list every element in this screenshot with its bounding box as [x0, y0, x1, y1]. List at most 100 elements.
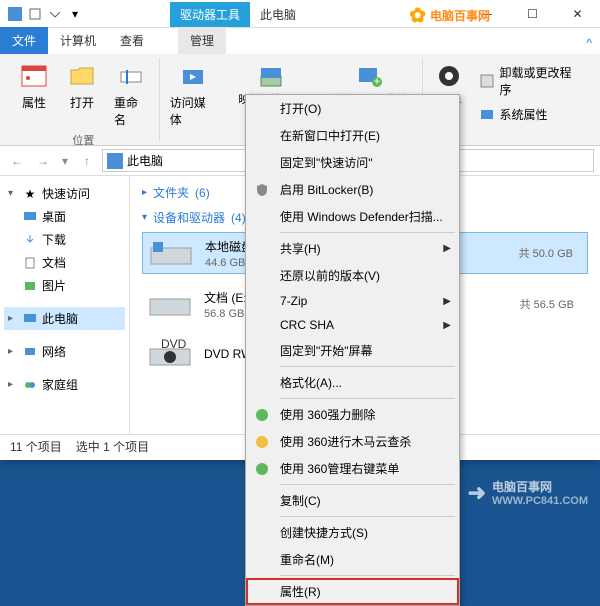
nav-back-button[interactable]: ←	[6, 150, 28, 172]
context-menu-item-label: CRC SHA	[280, 318, 334, 332]
tree-homegroup[interactable]: ▸家庭组	[4, 373, 125, 396]
context-menu-item[interactable]: 启用 BitLocker(B)	[246, 176, 459, 203]
ribbon-group-label-location: 位置	[72, 130, 94, 148]
context-menu-item-icon	[254, 155, 270, 171]
svg-text:DVD: DVD	[161, 339, 187, 351]
context-menu-item-label: 使用 Windows Defender扫描...	[280, 208, 443, 225]
context-menu-item-icon	[254, 552, 270, 568]
context-menu-item-label: 打开(O)	[280, 100, 321, 117]
context-menu-separator	[280, 398, 455, 399]
context-menu-separator	[280, 516, 455, 517]
context-menu-item[interactable]: 固定到"快速访问"	[246, 149, 459, 176]
submenu-arrow-icon: ▶	[443, 320, 451, 331]
tab-file[interactable]: 文件	[0, 27, 48, 54]
context-menu-item-label: 固定到"开始"屏幕	[280, 342, 373, 359]
watermark-bottom-icon: ➜	[468, 480, 486, 506]
watermark-bottom-url: WWW.PC841.COM	[492, 495, 588, 507]
context-menu-item-label: 属性(R)	[280, 583, 321, 600]
context-menu-item-icon	[254, 493, 270, 509]
tree-pictures[interactable]: 图片	[4, 274, 125, 297]
context-menu-item[interactable]: 共享(H)▶	[246, 235, 459, 262]
context-menu-item[interactable]: 创建快捷方式(S)	[246, 519, 459, 546]
context-menu-item[interactable]: 7-Zip▶	[246, 289, 459, 313]
context-menu-item-label: 使用 360强力删除	[280, 406, 375, 423]
context-menu-item[interactable]: 在新窗口中打开(E)	[246, 122, 459, 149]
ribbon-system-properties[interactable]: 系统属性	[475, 104, 586, 125]
qat-dropdown[interactable]: ▾	[66, 5, 84, 23]
tab-computer[interactable]: 计算机	[48, 27, 108, 54]
drive-icon	[146, 288, 194, 320]
watermark-bottom-text: 电脑百事网	[492, 480, 552, 494]
nav-history-button[interactable]: ▾	[58, 150, 72, 172]
watermark-top: ✿ 电脑百事网	[409, 3, 490, 28]
navigation-tree: ▾★快速访问 桌面 下载 文档 图片 ▸此电脑 ▸网络 ▸家庭组	[0, 176, 130, 434]
context-menu-item[interactable]: 复制(C)	[246, 487, 459, 514]
context-menu-item[interactable]: 重命名(M)	[246, 546, 459, 573]
tree-desktop[interactable]: 桌面	[4, 205, 125, 228]
ribbon-properties[interactable]: 属性	[14, 58, 54, 130]
nav-up-button[interactable]: ↑	[76, 150, 98, 172]
context-menu-item-icon	[254, 434, 270, 450]
context-menu-item[interactable]: 属性(R)	[246, 578, 459, 605]
context-menu-item-label: 还原以前的版本(V)	[280, 267, 380, 284]
context-menu-item-icon	[254, 375, 270, 391]
map-drive-icon	[255, 60, 287, 92]
close-button[interactable]: ✕	[555, 0, 600, 28]
titlebar-context-tabs: 驱动器工具 此电脑	[170, 0, 306, 27]
status-selected-count: 选中 1 个项目	[76, 438, 149, 455]
picture-icon	[22, 278, 38, 294]
ribbon-open[interactable]: 打开	[62, 58, 102, 130]
ribbon-uninstall[interactable]: 卸载或更改程序	[475, 62, 586, 100]
media-icon	[177, 60, 209, 92]
watermark-icon: ✿	[409, 3, 426, 28]
tree-this-pc[interactable]: ▸此电脑	[4, 307, 125, 330]
titlebar: ▾ 驱动器工具 此电脑 ✿ 电脑百事网 ─ ☐ ✕	[0, 0, 600, 28]
download-icon	[22, 232, 38, 248]
ribbon-collapse-button[interactable]: ^	[578, 32, 600, 54]
context-menu-item-icon	[254, 407, 270, 423]
rename-icon	[115, 60, 147, 92]
context-menu-item[interactable]: 使用 360进行木马云查杀	[246, 428, 459, 455]
tree-documents[interactable]: 文档	[4, 251, 125, 274]
tree-downloads[interactable]: 下载	[4, 228, 125, 251]
tree-network[interactable]: ▸网络	[4, 340, 125, 363]
context-menu-item-label: 使用 360管理右键菜单	[280, 460, 399, 477]
context-menu-item[interactable]: 固定到"开始"屏幕	[246, 337, 459, 364]
context-menu-item[interactable]: 还原以前的版本(V)	[246, 262, 459, 289]
this-pc-icon	[22, 311, 38, 327]
tree-quick-access[interactable]: ▾★快速访问	[4, 182, 125, 205]
tab-manage[interactable]: 管理	[178, 27, 226, 54]
ribbon-rename[interactable]: 重命名	[110, 58, 153, 130]
context-menu-item[interactable]: 使用 360强力删除	[246, 401, 459, 428]
context-menu-item-label: 重命名(M)	[280, 551, 334, 568]
context-menu-item[interactable]: 使用 Windows Defender扫描...	[246, 203, 459, 230]
nav-forward-button[interactable]: →	[32, 150, 54, 172]
context-menu-item-icon	[254, 461, 270, 477]
document-icon	[22, 255, 38, 271]
context-menu-item[interactable]: 格式化(A)...	[246, 369, 459, 396]
qat-icon-1[interactable]	[26, 5, 44, 23]
tab-view[interactable]: 查看	[108, 27, 156, 54]
ribbon-access-media[interactable]: 访问媒体	[166, 58, 222, 130]
context-menu-item[interactable]: 打开(O)	[246, 95, 459, 122]
context-menu-item[interactable]: 使用 360管理右键菜单	[246, 455, 459, 482]
context-menu-item-icon	[254, 343, 270, 359]
context-menu-item-label: 在新窗口中打开(E)	[280, 127, 380, 144]
submenu-arrow-icon: ▶	[443, 243, 451, 254]
watermark-bottom: ➜ 电脑百事网 WWW.PC841.COM	[468, 478, 588, 507]
app-icon	[6, 5, 24, 23]
open-folder-icon	[66, 60, 98, 92]
context-menu-item-icon	[254, 293, 270, 309]
context-menu-item-icon	[254, 209, 270, 225]
submenu-arrow-icon: ▶	[443, 296, 451, 307]
qat-icon-2[interactable]	[46, 5, 64, 23]
device-total: 共 50.0 GB	[519, 245, 583, 261]
gear-icon	[433, 60, 465, 92]
context-menu-item-icon	[254, 182, 270, 198]
context-tab-drive-tools[interactable]: 驱动器工具	[170, 2, 250, 27]
context-menu-item-icon	[254, 241, 270, 257]
context-menu-separator	[280, 484, 455, 485]
maximize-button[interactable]: ☐	[510, 0, 555, 28]
context-menu-item-icon	[254, 128, 270, 144]
context-menu-item[interactable]: CRC SHA ▶	[246, 313, 459, 337]
